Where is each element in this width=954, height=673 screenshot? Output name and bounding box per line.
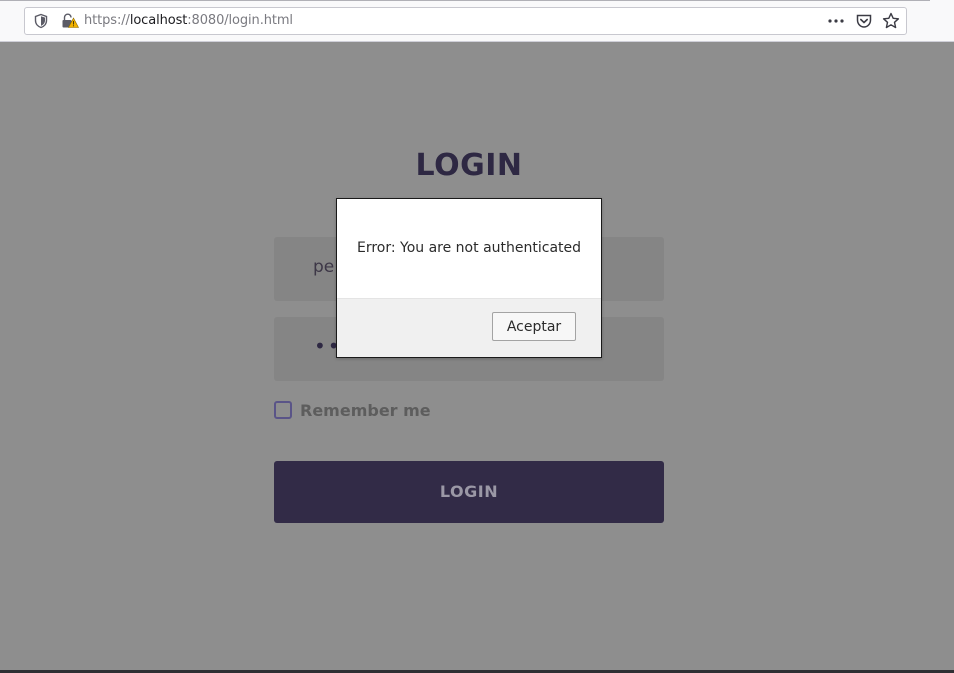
url-host: localhost [129, 13, 188, 28]
star-icon[interactable] [882, 12, 900, 30]
alert-message: Error: You are not authenticated [356, 240, 582, 256]
more-icon[interactable] [826, 13, 846, 29]
browser-toolbar: https://localhost:8080/login.html [0, 0, 954, 42]
remember-label: Remember me [300, 401, 431, 420]
username-value: pe [313, 257, 335, 277]
url-path: :8080/login.html [187, 13, 293, 28]
page-title: LOGIN [415, 148, 523, 183]
url-text[interactable]: https://localhost:8080/login.html [84, 13, 293, 28]
login-button-label: LOGIN [439, 482, 499, 501]
accept-button[interactable]: Aceptar [492, 312, 576, 341]
pocket-icon[interactable] [855, 13, 873, 29]
insecure-lock-icon[interactable] [61, 13, 79, 29]
shield-icon[interactable] [33, 13, 49, 29]
toolbar-divider [0, 0, 930, 1]
remember-checkbox[interactable] [274, 401, 292, 419]
login-button[interactable]: LOGIN [274, 461, 664, 523]
alert-footer: Aceptar [337, 298, 601, 357]
alert-dialog: Error: You are not authenticated Aceptar [336, 198, 602, 358]
url-bar[interactable]: https://localhost:8080/login.html [24, 7, 907, 35]
url-scheme: https:// [84, 13, 130, 28]
accept-button-label: Aceptar [506, 319, 562, 335]
